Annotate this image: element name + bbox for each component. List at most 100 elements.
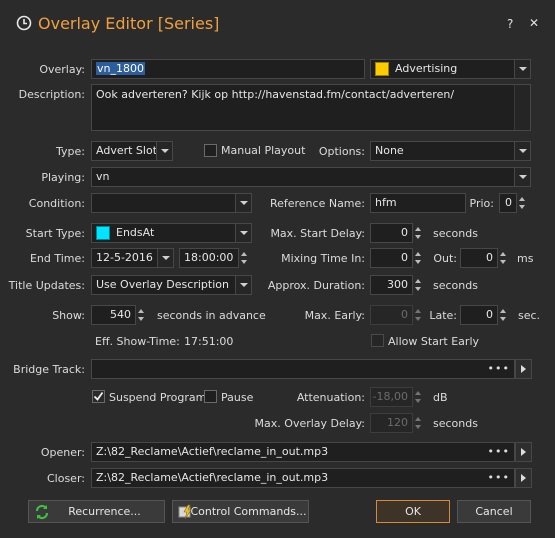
cancel-button[interactable]: Cancel xyxy=(457,500,531,523)
overlay-label: Overlay: xyxy=(39,63,85,76)
approx-duration-spinner[interactable] xyxy=(413,275,426,295)
playing-select[interactable]: vn xyxy=(91,167,531,187)
ok-button[interactable]: OK xyxy=(376,500,450,523)
max-start-delay-spinner[interactable] xyxy=(413,223,426,243)
attenuation-value: -18,00 xyxy=(372,390,408,403)
condition-select[interactable] xyxy=(91,193,252,213)
category-select[interactable]: Advertising xyxy=(370,59,531,79)
title-updates-label: Title Updates: xyxy=(8,279,85,292)
options-value: None xyxy=(375,144,404,157)
bridge-track-play-button[interactable] xyxy=(515,359,532,379)
attenuation-spinner[interactable] xyxy=(413,387,426,407)
title-updates-select[interactable]: Use Overlay Description xyxy=(91,275,252,295)
max-early-spinner[interactable] xyxy=(413,305,426,325)
playing-value: vn xyxy=(96,170,110,183)
overlay-name-input[interactable]: vn_1800 xyxy=(91,59,365,79)
opener-value: Z:\82_Reclame\Actief\reclame_in_out.mp3 xyxy=(96,445,329,458)
max-early-value: 0 xyxy=(401,308,408,321)
browse-icon[interactable]: ••• xyxy=(488,360,510,378)
opener-input[interactable]: Z:\82_Reclame\Actief\reclame_in_out.mp3 •… xyxy=(91,442,515,462)
chevron-down-icon xyxy=(514,60,530,78)
clock-icon xyxy=(16,15,32,31)
late-unit: sec. xyxy=(518,309,541,322)
prio-spinner[interactable] xyxy=(517,193,530,213)
max-start-delay-input[interactable]: 0 xyxy=(370,223,413,243)
help-button[interactable]: ? xyxy=(507,17,513,31)
reference-name-input[interactable]: hfm xyxy=(370,193,466,213)
max-overlay-delay-spinner[interactable] xyxy=(413,413,426,433)
ok-label: OK xyxy=(405,505,421,518)
recurrence-label: Recurrence... xyxy=(68,505,141,518)
close-button[interactable]: ✕ xyxy=(529,16,539,30)
mixing-time-out-input[interactable]: 0 xyxy=(460,248,498,268)
manual-playout-checkbox[interactable] xyxy=(204,144,217,157)
mixing-time-in-input[interactable]: 0 xyxy=(370,248,413,268)
end-date-picker[interactable]: 12-5-2016 xyxy=(91,248,174,268)
prio-input[interactable]: 0 xyxy=(499,193,517,213)
chevron-down-icon xyxy=(235,276,251,294)
mixing-time-in-value: 0 xyxy=(401,251,408,264)
late-spinner[interactable] xyxy=(498,305,511,325)
options-label: Options: xyxy=(318,145,365,158)
mixing-time-out-value: 0 xyxy=(486,251,493,264)
control-commands-button[interactable]: Control Commands... xyxy=(172,500,309,523)
show-spinner[interactable] xyxy=(136,305,149,325)
description-label: Description: xyxy=(18,88,85,101)
opener-label: Opener: xyxy=(40,446,85,459)
suspend-program-checkbox[interactable] xyxy=(92,390,105,403)
bridge-track-label: Bridge Track: xyxy=(13,363,85,376)
mixing-time-in-label: Mixing Time In: xyxy=(281,252,365,265)
show-value: 540 xyxy=(110,308,131,321)
approx-duration-input[interactable]: 300 xyxy=(370,275,413,295)
max-overlay-delay-input[interactable]: 120 xyxy=(370,413,413,433)
pause-label: Pause xyxy=(221,391,254,404)
end-time-value: 18:00:00 xyxy=(184,251,234,264)
attenuation-input[interactable]: -18,00 xyxy=(370,387,413,407)
lightning-icon xyxy=(178,504,192,520)
start-type-label: Start Type: xyxy=(25,227,85,240)
closer-play-button[interactable] xyxy=(515,468,532,488)
max-start-delay-value: 0 xyxy=(401,226,408,239)
end-time-spinner[interactable] xyxy=(239,248,252,268)
attenuation-label: Attenuation: xyxy=(296,391,365,404)
late-input[interactable]: 0 xyxy=(460,305,498,325)
description-scrollbar[interactable] xyxy=(514,85,530,130)
browse-icon[interactable]: ••• xyxy=(488,443,510,461)
type-value: Advert Slot xyxy=(96,144,158,157)
browse-icon[interactable]: ••• xyxy=(488,469,510,487)
manual-playout-label: Manual Playout xyxy=(221,144,306,157)
start-type-color-swatch xyxy=(96,226,110,240)
closer-input[interactable]: Z:\82_Reclame\Actief\reclame_in_out.mp3 •… xyxy=(91,468,515,488)
category-value: Advertising xyxy=(395,62,458,75)
checkmark-icon xyxy=(93,391,104,401)
max-overlay-delay-unit: seconds xyxy=(433,417,478,430)
pause-checkbox[interactable] xyxy=(204,390,217,403)
max-overlay-delay-label: Max. Overlay Delay: xyxy=(254,417,365,430)
overlay-name-value: vn_1800 xyxy=(96,62,145,75)
opener-play-button[interactable] xyxy=(515,442,532,462)
options-select[interactable]: None xyxy=(370,141,531,161)
recurrence-button[interactable]: Recurrence... xyxy=(28,500,165,523)
mixing-time-out-spinner[interactable] xyxy=(498,248,511,268)
end-time-input[interactable]: 18:00:00 xyxy=(179,248,239,268)
allow-start-early-checkbox[interactable] xyxy=(371,334,384,347)
max-start-delay-label: Max. Start Delay: xyxy=(270,227,365,240)
attenuation-unit: dB xyxy=(433,391,448,404)
closer-label: Closer: xyxy=(46,472,85,485)
max-overlay-delay-value: 120 xyxy=(387,416,408,429)
title-updates-value: Use Overlay Description xyxy=(96,278,229,291)
show-label: Show: xyxy=(52,309,85,322)
out-label: Out: xyxy=(433,252,457,265)
approx-duration-value: 300 xyxy=(387,278,408,291)
start-type-select[interactable]: EndsAt xyxy=(91,223,252,243)
chevron-down-icon xyxy=(514,168,530,186)
mixing-time-in-spinner[interactable] xyxy=(413,248,426,268)
type-select[interactable]: Advert Slot xyxy=(91,141,173,161)
bridge-track-input[interactable]: ••• xyxy=(91,359,515,379)
eff-show-time-label: Eff. Show-Time: xyxy=(95,335,180,348)
chevron-down-icon xyxy=(157,249,173,267)
max-early-input[interactable]: 0 xyxy=(370,305,413,325)
description-textarea[interactable]: Ook adverteren? Kijk op http://havenstad… xyxy=(91,84,531,131)
show-input[interactable]: 540 xyxy=(91,305,136,325)
cancel-label: Cancel xyxy=(475,505,513,518)
